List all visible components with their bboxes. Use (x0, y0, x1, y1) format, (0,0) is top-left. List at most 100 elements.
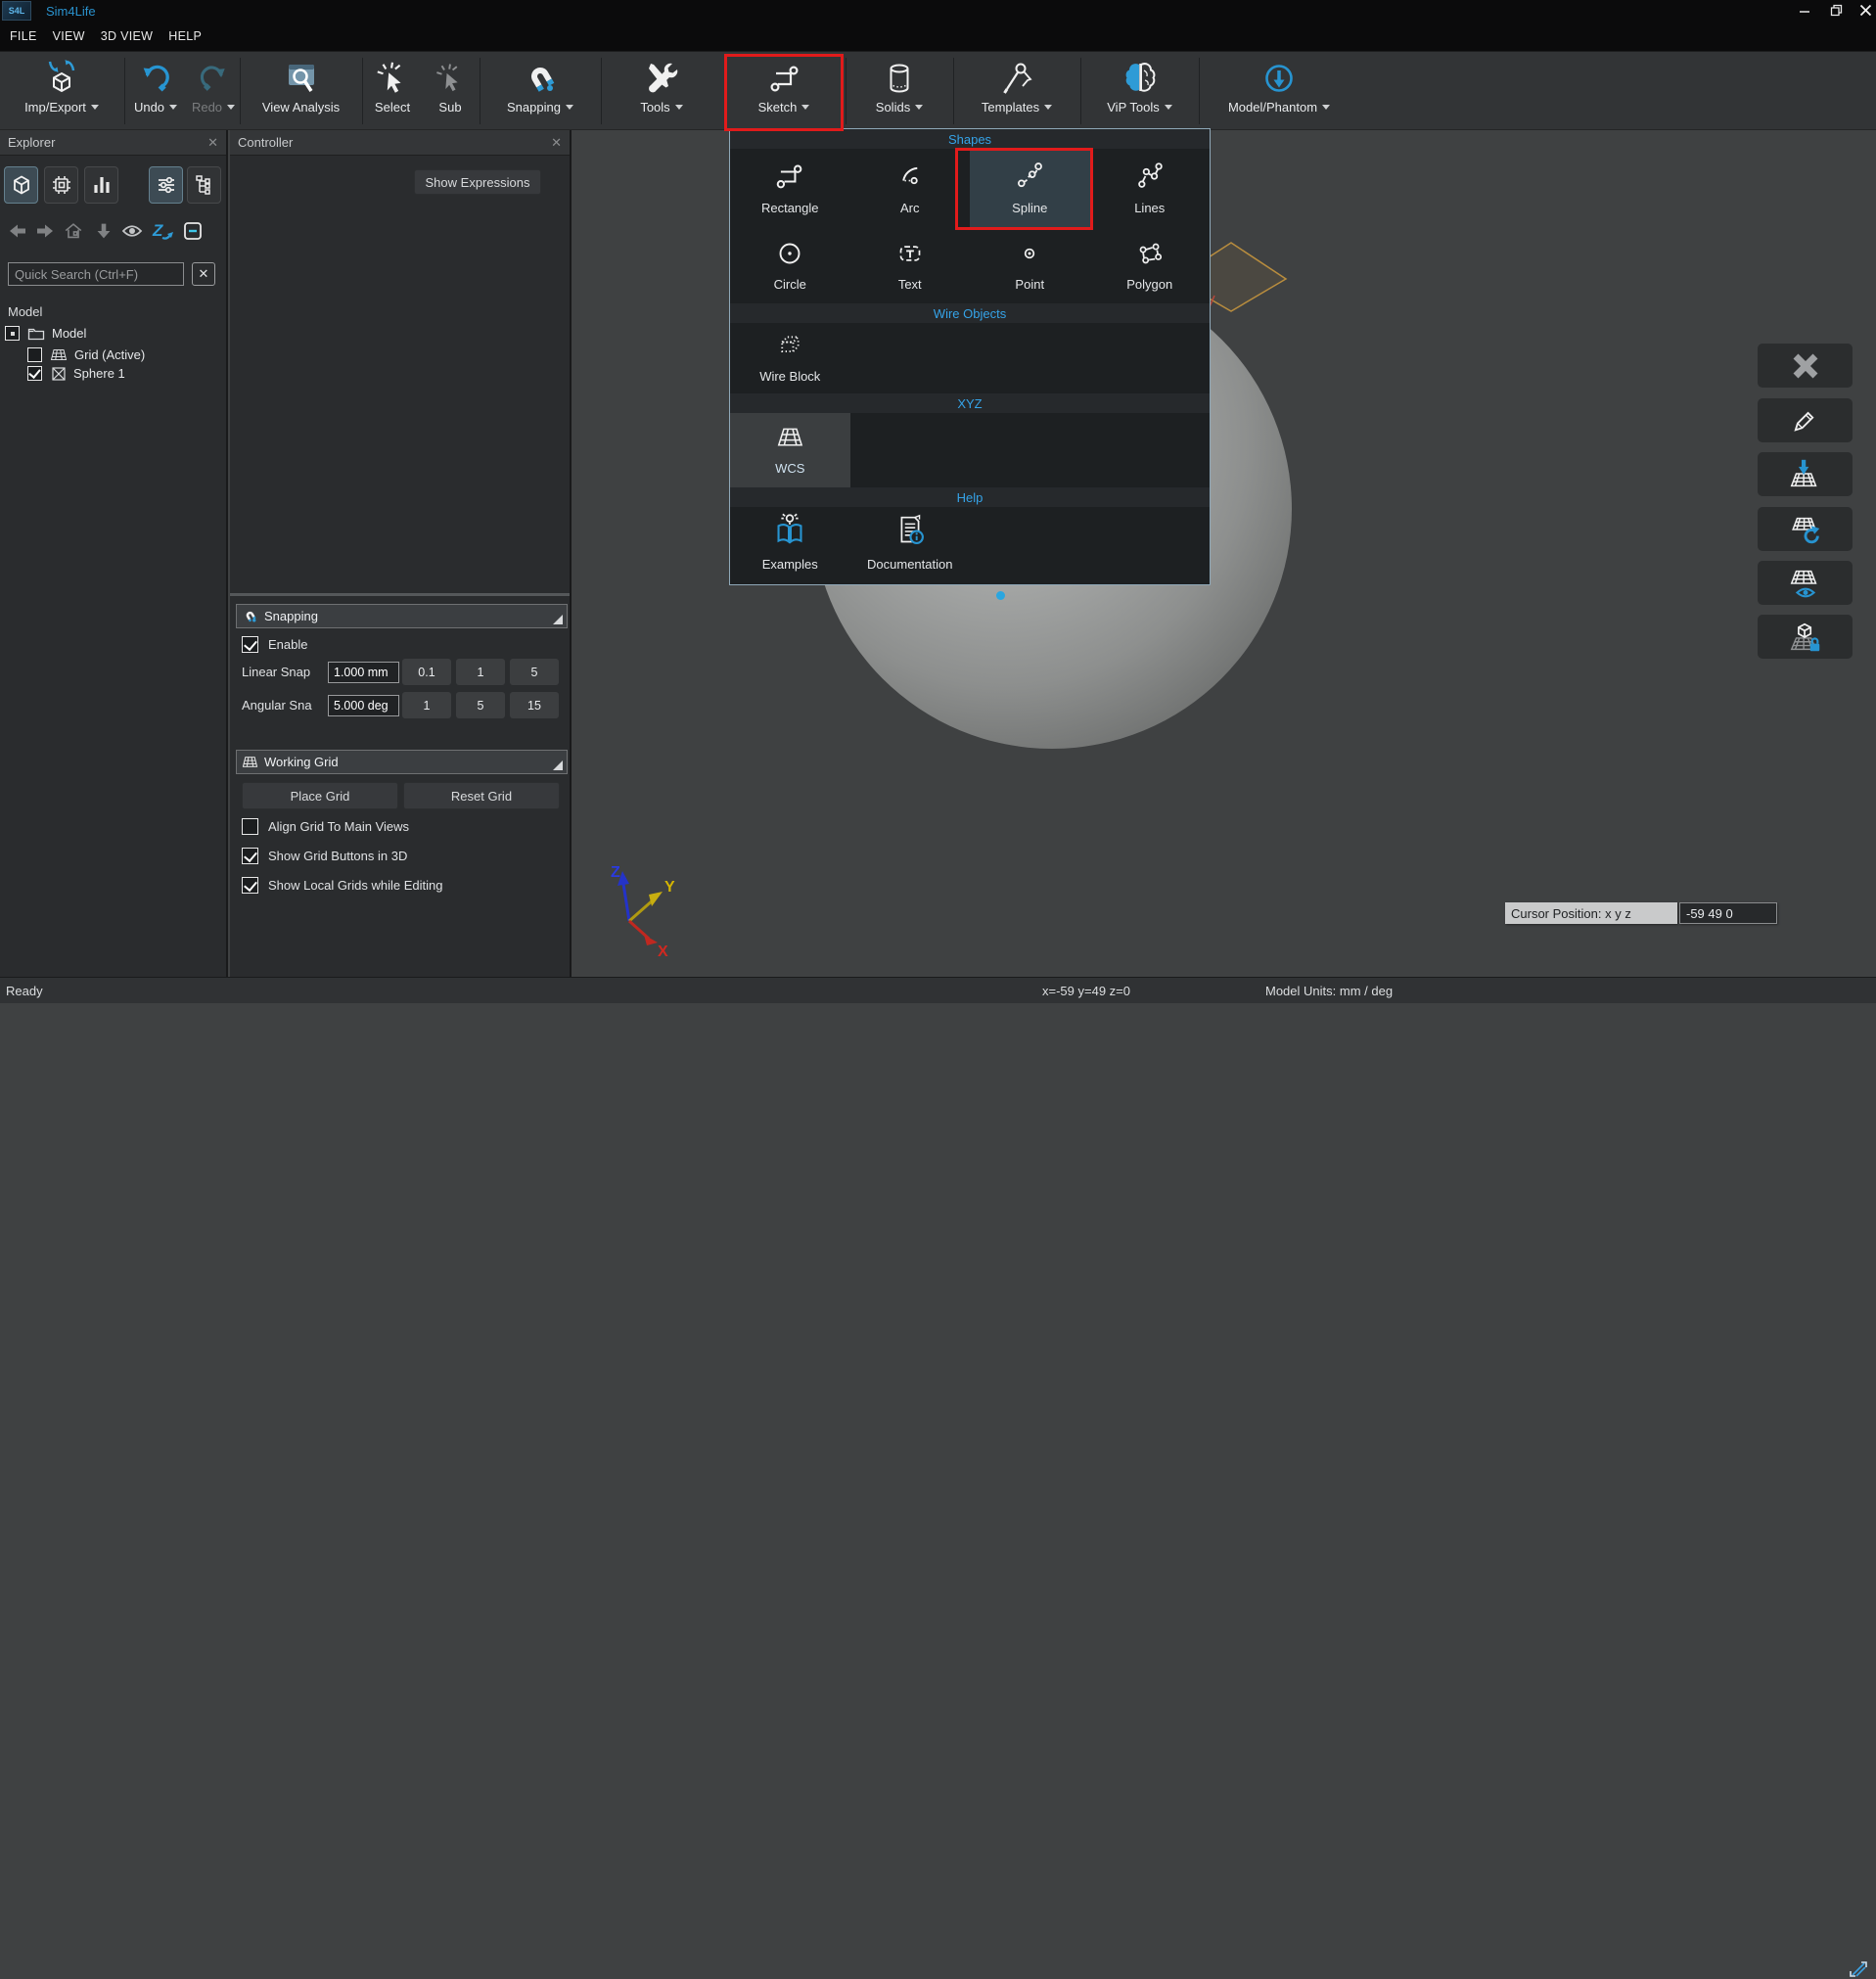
linear-preset-0.1-button[interactable]: 0.1 (402, 659, 451, 685)
snapping-button[interactable]: Snapping (481, 52, 599, 130)
model-checkbox[interactable] (5, 326, 20, 341)
examples-book-icon (768, 507, 811, 552)
clear-search-button[interactable]: ✕ (192, 262, 215, 286)
minimize-button[interactable] (1791, 0, 1818, 20)
tools-label: Tools (640, 100, 669, 115)
restore-button[interactable] (1822, 0, 1850, 20)
show-expressions-button[interactable]: Show Expressions (414, 169, 541, 195)
menu-item-text[interactable]: Text (850, 229, 971, 303)
menu-3d-view[interactable]: 3D VIEW (101, 25, 154, 47)
view-analysis-button[interactable]: View Analysis (242, 52, 360, 130)
show-local-grids-checkbox[interactable] (242, 877, 258, 894)
place-grid-tool-button[interactable] (1758, 452, 1853, 496)
linear-preset-5-button[interactable]: 5 (510, 659, 559, 685)
reset-grid-button[interactable]: Reset Grid (403, 782, 560, 809)
edit-grid-button[interactable] (1758, 398, 1853, 442)
quick-search-input[interactable] (8, 262, 184, 286)
tools-button[interactable]: Tools (603, 52, 720, 130)
menu-view[interactable]: VIEW (53, 25, 85, 47)
enable-snapping-row[interactable]: Enable (242, 636, 307, 653)
angular-preset-5-button[interactable]: 5 (456, 692, 505, 718)
menu-item-wire-block[interactable]: Wire Block (730, 323, 850, 393)
main-toolbar: Imp/Export Undo Redo View Analysis Selec… (0, 51, 1876, 130)
menu-item-examples[interactable]: Examples (730, 507, 850, 582)
filter-properties-button[interactable] (149, 166, 183, 204)
menu-item-circle[interactable]: Circle (730, 229, 850, 303)
view-analysis-tab-button[interactable] (84, 166, 118, 204)
cancel-grid-button[interactable] (1758, 344, 1853, 388)
tree-row-model[interactable]: Model (5, 324, 86, 343)
select-button[interactable]: Select (364, 52, 421, 130)
enable-checkbox[interactable] (242, 636, 258, 653)
menu-item-wcs[interactable]: WCS (730, 413, 850, 487)
resize-grip-icon[interactable] (1848, 1959, 1869, 1979)
working-grid-section-header[interactable]: Working Grid (236, 750, 568, 774)
imp-export-button[interactable]: Imp/Export (4, 52, 119, 130)
menu-file[interactable]: FILE (10, 25, 37, 47)
select-label: Select (375, 100, 410, 115)
panel-splitter[interactable] (230, 593, 570, 596)
show-grid-buttons-row[interactable]: Show Grid Buttons in 3D (242, 848, 407, 864)
toggle-grid-visibility-button[interactable] (1758, 561, 1853, 605)
collapse-triangle-icon[interactable] (553, 760, 563, 770)
axis-triad: Z Y X (593, 859, 701, 957)
show-grid-buttons-checkbox[interactable] (242, 848, 258, 864)
move-down-button[interactable] (91, 218, 116, 244)
menu-item-polygon[interactable]: Polygon (1090, 229, 1211, 303)
history-forward-button[interactable] (32, 218, 58, 244)
place-grid-button[interactable]: Place Grid (242, 782, 398, 809)
menu-item-label: Text (898, 277, 922, 292)
angular-preset-15-button[interactable]: 15 (510, 692, 559, 718)
undo-button[interactable]: Undo (125, 52, 186, 130)
status-model-units: Model Units: mm / deg (1265, 984, 1393, 998)
vip-tools-button[interactable]: ViP Tools (1082, 52, 1197, 130)
snapping-section-header[interactable]: Snapping (236, 604, 568, 628)
zoom-to-selection-button[interactable]: Z (149, 218, 174, 244)
sub-label: Sub (438, 100, 461, 115)
sub-select-button[interactable]: Sub (423, 52, 478, 130)
solids-button[interactable]: Solids (847, 52, 951, 130)
bar-chart-icon (90, 173, 114, 197)
view-simulation-button[interactable] (44, 166, 78, 204)
angular-snap-input[interactable] (328, 695, 399, 716)
visibility-button[interactable] (119, 218, 145, 244)
tree-row-grid[interactable]: Grid (Active) (27, 345, 145, 364)
cursor-position-input[interactable] (1679, 902, 1777, 924)
home-button[interactable] (61, 218, 86, 244)
collapse-all-button[interactable] (180, 218, 206, 244)
lock-grid-button[interactable] (1758, 615, 1853, 659)
brain-icon (1121, 57, 1160, 100)
linear-snap-input[interactable] (328, 662, 399, 683)
angular-preset-1-button[interactable]: 1 (402, 692, 451, 718)
templates-label: Templates (982, 100, 1039, 115)
align-grid-row[interactable]: Align Grid To Main Views (242, 818, 409, 835)
close-panel-icon[interactable]: ✕ (207, 135, 218, 151)
close-window-button[interactable] (1852, 0, 1876, 20)
model-phantom-button[interactable]: Model/Phantom (1201, 52, 1357, 130)
view-model-button[interactable] (4, 166, 38, 204)
menu-bar: FILE VIEW 3D VIEW HELP (0, 22, 1876, 51)
collapse-triangle-icon[interactable] (553, 615, 563, 624)
menu-item-arc[interactable]: Arc (850, 149, 971, 229)
menu-item-rectangle[interactable]: Rectangle (730, 149, 850, 229)
history-back-button[interactable] (5, 218, 30, 244)
menu-item-lines[interactable]: Lines (1090, 149, 1211, 229)
align-grid-checkbox[interactable] (242, 818, 258, 835)
reset-grid-tool-button[interactable] (1758, 507, 1853, 551)
linear-snap-label: Linear Snap (242, 665, 310, 679)
templates-button[interactable]: Templates (955, 52, 1078, 130)
grid-checkbox[interactable] (27, 347, 42, 362)
vip-tools-label: ViP Tools (1107, 100, 1160, 115)
tree-view-button[interactable] (187, 166, 221, 204)
menu-help[interactable]: HELP (168, 25, 202, 47)
sphere-checkbox[interactable] (27, 366, 42, 381)
templates-icon (997, 57, 1036, 100)
close-panel-icon[interactable]: ✕ (551, 135, 562, 151)
show-local-grids-row[interactable]: Show Local Grids while Editing (242, 877, 442, 894)
tree-row-sphere[interactable]: Sphere 1 (27, 364, 125, 383)
linear-preset-1-button[interactable]: 1 (456, 659, 505, 685)
menu-item-point[interactable]: Point (970, 229, 1090, 303)
redo-button[interactable]: Redo (188, 52, 239, 130)
menu-item-documentation[interactable]: Documentation (850, 507, 971, 582)
folder-icon (27, 326, 45, 341)
